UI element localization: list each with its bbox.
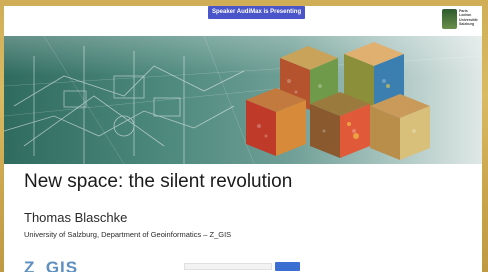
author-name: Thomas Blaschke (24, 210, 128, 225)
zgis-logo: Z_GIS (24, 258, 79, 272)
share-message (184, 263, 272, 270)
screen-share-bar (184, 262, 324, 271)
slide-title: New space: the silent revolution (24, 171, 293, 192)
university-crest-icon (442, 9, 457, 29)
hide-share-bar-button[interactable] (302, 263, 320, 270)
affiliation-text: University of Salzburg, Department of Ge… (24, 230, 232, 239)
university-logo-icon: Paris Lodron Universität Salzburg (442, 7, 478, 37)
satellite-imagery-banner (4, 36, 482, 164)
presenting-banner: Speaker AudiMax is Presenting (208, 6, 306, 19)
university-logo-text: Paris Lodron Universität Salzburg (459, 9, 478, 27)
stop-sharing-button[interactable] (275, 262, 300, 271)
presentation-slide: Paris Lodron Universität Salzburg New sp… (4, 6, 482, 272)
